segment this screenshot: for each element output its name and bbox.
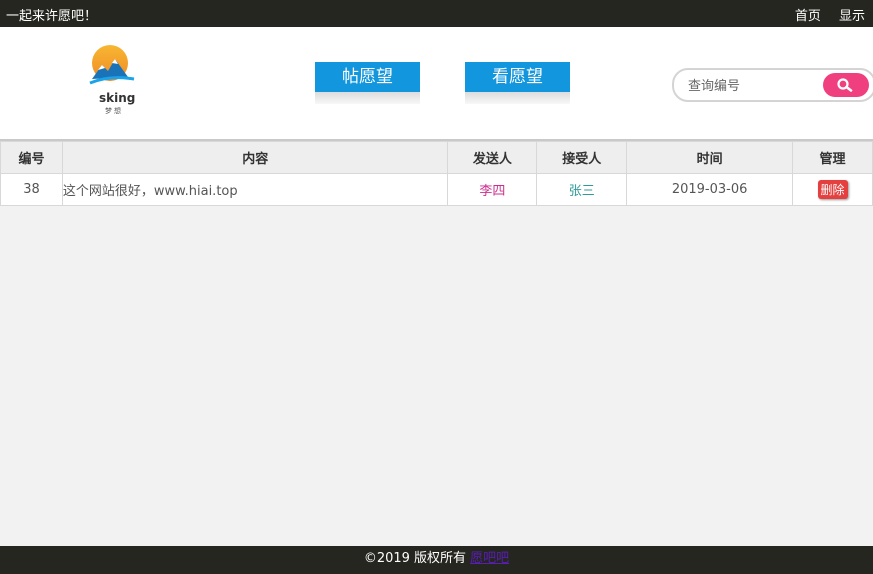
view-wish-label[interactable]: 看愿望 bbox=[465, 62, 570, 92]
table-row: 38 这个网站很好，www.hiai.top 李四 张三 2019-03-06 … bbox=[0, 173, 873, 206]
view-wish-button[interactable]: 看愿望 bbox=[465, 62, 570, 104]
header-sender: 发送人 bbox=[447, 141, 538, 174]
header-time: 时间 bbox=[626, 141, 794, 174]
header: sking 梦想 帖愿望 看愿望 bbox=[0, 27, 873, 141]
top-bar: 一起来许愿吧！ 首页 显示 bbox=[0, 0, 873, 27]
header-manage: 管理 bbox=[792, 141, 873, 174]
search-input[interactable] bbox=[686, 75, 820, 97]
header-id: 编号 bbox=[0, 141, 63, 174]
button-shadow bbox=[465, 92, 570, 104]
cell-manage: 删除 bbox=[792, 173, 873, 206]
nav-home-link[interactable]: 首页 bbox=[795, 9, 821, 24]
logo-text: sking bbox=[99, 91, 136, 105]
post-wish-button[interactable]: 帖愿望 bbox=[315, 62, 420, 104]
header-receiver: 接受人 bbox=[536, 141, 628, 174]
footer: ©2019 版权所有 愿吧吧 bbox=[0, 546, 873, 574]
search-box bbox=[672, 68, 873, 102]
site-slogan: 一起来许愿吧！ bbox=[6, 9, 98, 24]
footer-copyright: ©2019 版权所有 bbox=[363, 551, 467, 566]
top-nav: 首页 显示 bbox=[781, 5, 865, 24]
nav-display-link[interactable]: 显示 bbox=[839, 9, 865, 24]
cell-receiver: 张三 bbox=[536, 173, 628, 206]
post-wish-label[interactable]: 帖愿望 bbox=[315, 62, 420, 92]
header-content: 内容 bbox=[61, 141, 449, 174]
footer-link[interactable]: 愿吧吧 bbox=[470, 551, 509, 566]
cell-id: 38 bbox=[0, 173, 63, 206]
cell-sender: 李四 bbox=[447, 173, 538, 206]
logo-sun-mountain-icon bbox=[89, 45, 135, 85]
delete-button[interactable]: 删除 bbox=[817, 180, 848, 199]
table-header-row: 编号 内容 发送人 接受人 时间 管理 bbox=[0, 141, 873, 174]
search-icon bbox=[837, 78, 853, 92]
search-button[interactable] bbox=[823, 73, 869, 97]
logo-subtext: 梦想 bbox=[105, 107, 123, 115]
cell-content: 这个网站很好，www.hiai.top bbox=[61, 173, 449, 206]
button-shadow bbox=[315, 92, 420, 104]
site-logo[interactable]: sking 梦想 bbox=[88, 43, 138, 119]
cell-date: 2019-03-06 bbox=[626, 173, 794, 206]
wish-table: 编号 内容 发送人 接受人 时间 管理 38 这个网站很好，www.hiai.t… bbox=[0, 141, 873, 206]
